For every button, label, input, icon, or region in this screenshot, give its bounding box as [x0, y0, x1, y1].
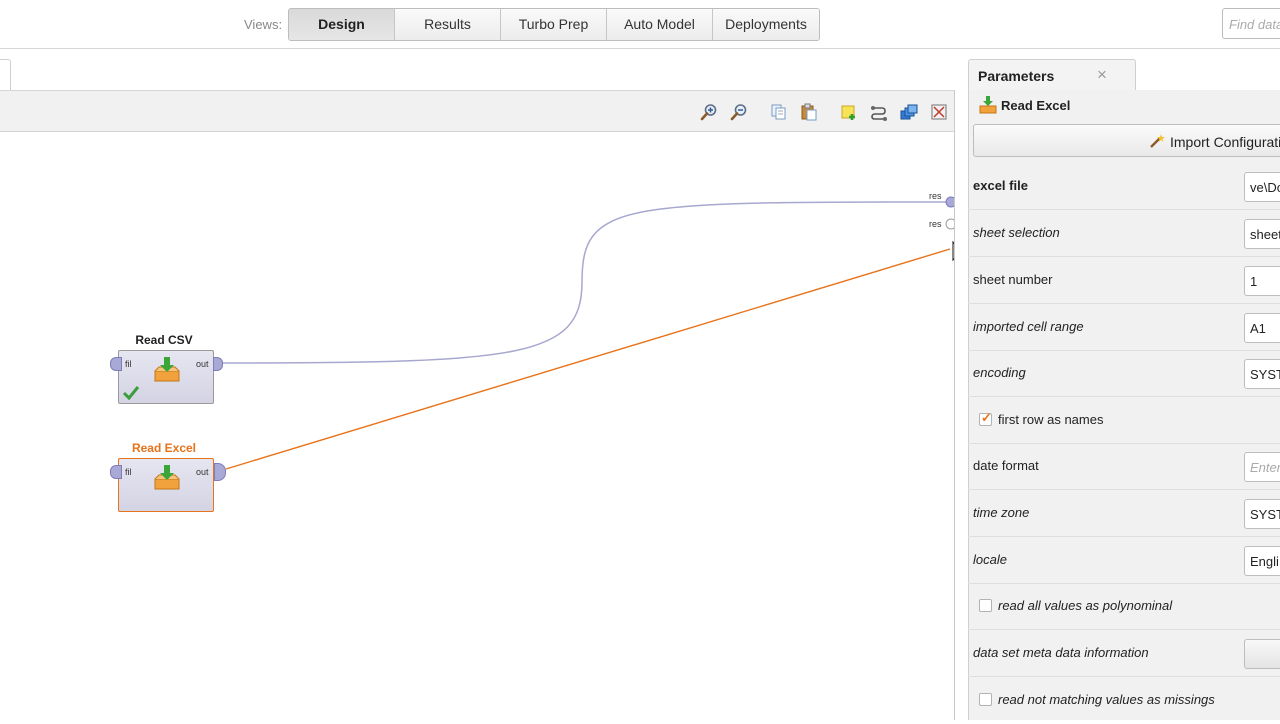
sheet-selection-select[interactable]: sheet — [1244, 219, 1280, 249]
param-row-time-zone: time zone SYST — [968, 491, 1280, 537]
arrange-operators-icon[interactable] — [900, 103, 918, 121]
param-row-locale: locale Engli — [968, 538, 1280, 584]
time-zone-select[interactable]: SYST — [1244, 499, 1280, 529]
fit-view-icon[interactable] — [930, 103, 948, 121]
output-port-label: out — [196, 467, 209, 477]
param-row-encoding: encoding SYST — [968, 351, 1280, 397]
date-format-input[interactable]: Enter — [1244, 452, 1280, 482]
views-label: Views: — [244, 17, 283, 32]
param-label: locale — [973, 552, 1007, 567]
read-data-icon — [154, 357, 180, 382]
param-row-date-format: date format Enter — [968, 444, 1280, 490]
param-label: excel file — [973, 178, 1028, 193]
param-label: imported cell range — [973, 319, 1084, 334]
encoding-select[interactable]: SYST — [1244, 359, 1280, 389]
paste-icon[interactable] — [800, 103, 818, 121]
process-tab[interactable] — [0, 59, 11, 92]
view-tab-design[interactable]: Design — [289, 9, 395, 40]
param-label: date format — [973, 458, 1039, 473]
magic-wand-icon — [1150, 134, 1165, 148]
first-row-as-names-checkbox[interactable]: ✓ — [979, 410, 992, 426]
parameters-tab[interactable]: Parameters × — [968, 59, 1136, 90]
canvas-divider — [954, 90, 955, 720]
result-port-1-label: res — [929, 191, 942, 201]
checkbox-label: read all values as polynominal — [998, 598, 1173, 613]
param-label: sheet number — [973, 272, 1053, 287]
process-toolbar — [0, 90, 955, 132]
copy-icon[interactable] — [770, 103, 788, 121]
process-canvas[interactable]: res res Read CSV fil out Read Excel fil … — [0, 132, 955, 720]
param-label: encoding — [973, 365, 1026, 380]
zoom-in-icon[interactable] — [700, 103, 718, 121]
read-csv-output-port[interactable] — [213, 357, 223, 371]
checkbox-label: first row as names — [998, 412, 1104, 427]
param-row-excel-file: excel file ve\Do — [968, 164, 1280, 210]
process-connections — [221, 196, 955, 470]
read-data-icon — [154, 465, 180, 490]
read-all-values-as-polynominal-checkbox[interactable] — [979, 599, 992, 612]
import-button-label: Import Configuration Wizard — [1170, 134, 1280, 150]
param-row-imported-cell-range: imported cell range A1 — [968, 305, 1280, 351]
success-checkmark-icon — [122, 386, 140, 401]
read-excel-operator-icon — [979, 96, 997, 114]
top-toolbar: Views: Design Results Turbo Prep Auto Mo… — [0, 0, 1280, 49]
input-port-label: fil — [125, 467, 132, 477]
sheet-number-input[interactable]: 1 — [1244, 266, 1280, 296]
imported-cell-range-input[interactable]: A1 — [1244, 313, 1280, 343]
param-row-sheet-selection: sheet selection sheet — [968, 211, 1280, 257]
import-configuration-wizard-button[interactable]: Import Configuration Wizard — [973, 124, 1280, 157]
operator-read-csv-title: Read CSV — [135, 333, 193, 347]
param-row-sheet-number: sheet number 1 — [968, 258, 1280, 304]
param-row-read-all-values-as-polynominal: read all values as polynominal — [968, 584, 1280, 630]
operator-read-excel-title: Read Excel — [131, 441, 197, 455]
checkmark-icon: ✓ — [981, 410, 992, 425]
input-port-label: fil — [125, 359, 132, 369]
operator-read-csv[interactable]: fil out — [118, 350, 214, 404]
view-tab-auto-model[interactable]: Auto Model — [607, 9, 713, 40]
read-csv-input-port[interactable] — [110, 357, 122, 371]
param-label: time zone — [973, 505, 1030, 520]
views-tab-group: Design Results Turbo Prep Auto Model Dep… — [288, 8, 820, 41]
connection-excel-to-result[interactable] — [225, 248, 951, 470]
result-port-2-label: res — [929, 219, 942, 229]
operator-read-excel[interactable]: fil out — [118, 458, 214, 512]
view-tab-results[interactable]: Results — [395, 9, 501, 40]
checkbox-label: read not matching values as missings — [998, 692, 1215, 707]
zoom-out-icon[interactable] — [730, 103, 748, 121]
excel-file-input[interactable]: ve\Do — [1244, 172, 1280, 202]
param-row-data-set-meta-data-information: data set meta data information — [968, 631, 1280, 677]
read-not-matching-values-as-missings-checkbox[interactable] — [979, 693, 992, 706]
add-note-icon[interactable] — [840, 103, 858, 121]
auto-wire-icon[interactable] — [870, 103, 888, 121]
edit-meta-data-button[interactable] — [1244, 639, 1280, 669]
param-row-read-not-matching-values-as-missings: read not matching values as missings — [968, 678, 1280, 724]
view-tab-turbo-prep[interactable]: Turbo Prep — [501, 9, 607, 40]
parameters-tab-title: Parameters — [978, 68, 1055, 84]
locale-select[interactable]: Engli — [1244, 546, 1280, 576]
param-row-first-row-as-names: ✓ first row as names — [968, 398, 1280, 444]
find-data-search-input[interactable]: Find data — [1222, 8, 1280, 39]
selected-operator-name: Read Excel — [1001, 98, 1071, 113]
param-label: data set meta data information — [973, 645, 1149, 660]
view-tab-deployments[interactable]: Deployments — [713, 9, 819, 40]
param-label: sheet selection — [973, 225, 1060, 240]
read-excel-input-port[interactable] — [110, 465, 122, 479]
output-port-label: out — [196, 359, 209, 369]
close-icon[interactable]: × — [1097, 65, 1107, 85]
